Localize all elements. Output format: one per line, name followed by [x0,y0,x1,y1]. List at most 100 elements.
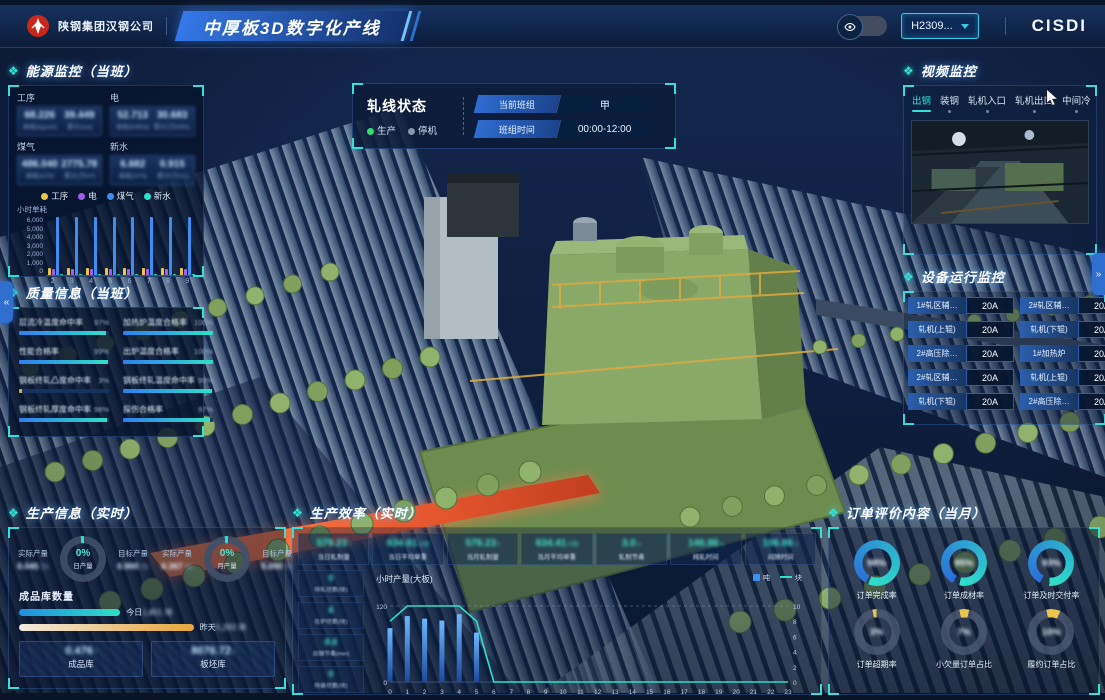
production-actual: 实际产量0.045 万t [11,548,55,571]
energy-metric: 6.682单耗(m³/t) [113,159,153,181]
energy-panel-body: 工序68.226单耗(kgce/t)39.449累计(tce)电52.713单耗… [8,85,204,277]
video-tab-0[interactable]: 出钢 [912,93,931,113]
production-card[interactable]: 0.476 t成品库 [19,641,143,677]
energy-bar [90,269,93,275]
legend-bar-icon [753,574,760,581]
production-card-unit: t [93,649,97,656]
production-donut-name: 日产量 [73,560,93,570]
efficiency-stat-unit: t/块 [566,541,578,548]
quality-item-top: 层流冷温度命中率97% [19,317,109,328]
equipment-cell-label: 轧机(下辊) [1020,321,1078,338]
video-feed[interactable] [911,120,1089,224]
production-donut-center: 0%月产量 [204,536,250,582]
order-gauge: 3%订单超期率 [854,609,900,670]
energy-metric-label: 累计(tce) [61,122,97,131]
production-card-value: 8076.72 t [152,645,274,657]
energy-bar [98,274,101,275]
energy-metric-label: 单耗(kgce/t) [22,122,58,131]
equipment-cell-label: 1#加热炉 [1020,345,1078,362]
energy-metric: 30.683累计(万kWh) [152,110,192,132]
quality-item-value: 97% [94,318,109,327]
energy-bar [146,269,149,275]
visibility-toggle[interactable] [839,16,887,36]
equipment-cell: 1#轧区辅…20A [908,297,1014,314]
video-tab-2[interactable]: 轧机入口 [968,93,1006,113]
warehouse-bar-row: 今日1,801 块 [9,603,285,618]
energy-bar [105,268,108,275]
video-tab-1[interactable]: 装钢 [940,93,959,113]
order-donut: 10% [1028,609,1074,655]
svg-text:12: 12 [594,689,602,696]
efficiency-stat-card: 634.41 t/块当月平均单重 [521,533,592,565]
production-card[interactable]: 8076.72 t板坯库 [151,641,275,677]
energy-card-name: 新水 [110,140,195,153]
production-target-unit: 万t [139,564,149,571]
energy-chart-plot [46,217,197,276]
energy-bar-group [142,217,157,275]
equipment-panel-title: ❖ 设备运行监控 [903,267,1105,286]
video-tab-3[interactable]: 轧机出口 [1015,93,1053,113]
efficiency-stats: 579.23 t当日轧制量634.61 t/块当日平均单重579.23 t当月轧… [293,528,821,570]
eye-icon [837,14,863,40]
efficiency-legend-item: 吨 [753,573,770,583]
energy-card-values: 68.226单耗(kgce/t)39.449累计(tce) [17,106,102,136]
collapse-left-handle[interactable]: « [0,281,13,323]
energy-bar [109,269,112,275]
energy-card-values: 486.040单耗(m³/t)2775.78累计(万m³) [17,155,102,185]
energy-bar [180,268,183,275]
orders-panel-body: 98%订单完成率95%订单成材率93%订单及时交付率3%订单超期率7%小欠量订单… [828,527,1100,695]
order-gauge: 95%订单成材率 [941,540,987,601]
efficiency-bar [405,616,410,682]
energy-card: 煤气486.040单耗(m³/t)2775.78累计(万m³) [17,140,102,185]
energy-bar [48,268,51,275]
production-target-label: 目标产量 [111,548,155,559]
order-gauge-label: 订单超期率 [857,659,897,670]
warehouse-bar-text: 昨天5,293 块 [200,622,246,633]
quality-item-label: 性能合格率 [19,346,59,357]
energy-metric: 39.449累计(tce) [60,110,100,132]
efficiency-chart: 小时产量(大板) 吨块 1200108642001234567891011121… [364,570,816,692]
equipment-cell-value: 20A [1078,393,1105,410]
quality-panel-title-text: 质量信息（当班） [26,283,138,302]
heat-number-dropdown[interactable]: H2309... [901,13,979,39]
legend-dot-icon [144,193,151,200]
video-tab-4[interactable]: 中间冷 [1062,93,1091,113]
warehouse-bar-row: 昨天5,293 块 [9,618,285,633]
warehouse-bars: 今日1,801 块昨天5,293 块 [9,603,285,633]
svg-text:3: 3 [440,689,444,696]
energy-metric-value: 52.713 [113,110,152,121]
energy-chart-ylabel: 小时单耗 [17,204,197,215]
energy-bar [56,217,59,275]
equipment-row: 2#高压除…20A1#加热炉20A [908,345,1105,362]
svg-text:5: 5 [475,689,479,696]
equipment-cell: 轧机(下辊)20A [1020,321,1105,338]
energy-legend: 工序电煤气新水 [9,187,203,203]
company-logo-icon [26,14,50,38]
energy-metric-value: 68.226 [20,110,60,121]
video-tab-marker [948,110,951,113]
quality-item-bar-fill [19,360,108,364]
equipment-cell-label: 1#轧区辅… [908,297,966,314]
energy-metric-value: 486.040 [20,159,60,170]
energy-bar [188,217,191,275]
collapse-right-handle[interactable]: » [1092,253,1105,295]
svg-text:120: 120 [376,604,387,611]
production-actual-label: 实际产量 [11,548,55,559]
quality-item-top: 加热炉温度合格率100% [123,317,213,328]
efficiency-chart-legend: 吨块 [753,573,802,583]
energy-ytick: 2,000 [27,251,43,258]
quality-item-bar-fill [19,331,106,335]
order-donut-value: 10% [1028,609,1074,655]
energy-bar [184,269,187,275]
line-status-rows: 当前班组甲班组时间00:00-12:00 [476,95,651,138]
equipment-panel-body: 1#轧区辅…20A2#轧区辅…20A轧机(上辊)20A轧机(下辊)20A2#高压… [903,291,1105,425]
energy-bar [123,268,126,275]
equipment-rows: 1#轧区辅…20A2#轧区辅…20A轧机(上辊)20A轧机(下辊)20A2#高压… [904,292,1105,417]
line-status-legend-item: 生产 [367,123,396,137]
quality-item: 钢板终轧凸度命中率3% [19,375,109,393]
quality-item-bar [123,418,213,422]
energy-metric-value: 30.683 [152,110,192,121]
energy-metric-value: 39.449 [60,110,100,121]
equipment-cell-value: 20A [1078,345,1105,362]
production-panel-title: ❖ 生产信息（实时） [8,503,286,522]
